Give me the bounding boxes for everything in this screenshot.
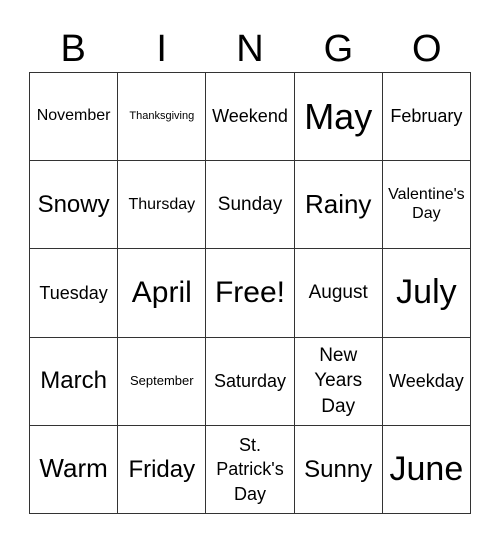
bingo-cell[interactable]: Snowy [30, 161, 119, 250]
bingo-cell[interactable]: Warm [30, 425, 119, 514]
bingo-cell[interactable]: Thursday [118, 161, 207, 250]
bingo-cell[interactable]: August [294, 249, 383, 338]
bingo-cell[interactable]: St. Patrick's Day [206, 425, 295, 514]
bingo-cell[interactable]: Sunny [294, 425, 383, 514]
bingo-cell[interactable]: February [382, 73, 471, 162]
bingo-cell[interactable]: Tuesday [30, 249, 119, 338]
bingo-cell[interactable]: Rainy [294, 161, 383, 250]
bingo-cell[interactable]: November [30, 73, 119, 162]
bingo-cell[interactable]: New Years Day [294, 337, 383, 426]
bingo-cell[interactable]: Thanksgiving [118, 73, 207, 162]
bingo-cell[interactable]: July [382, 249, 471, 338]
bingo-cell[interactable]: June [382, 425, 471, 514]
bingo-cell[interactable]: Friday [118, 425, 207, 514]
bingo-header: B I N G O [29, 26, 471, 72]
bingo-cell[interactable]: Sunday [206, 161, 295, 250]
header-letter-g: G [323, 28, 354, 70]
bingo-cell[interactable]: May [294, 73, 383, 162]
bingo-cell[interactable]: Weekend [206, 73, 295, 162]
bingo-grid: November Thanksgiving Weekend May Februa… [29, 72, 471, 514]
bingo-cell[interactable]: March [30, 337, 119, 426]
bingo-cell free-space[interactable]: Free! [206, 249, 295, 338]
bingo-cell[interactable]: April [118, 249, 207, 338]
bingo-cell[interactable]: Weekday [382, 337, 471, 426]
header-letter-i: I [156, 28, 167, 70]
bingo-cell[interactable]: September [118, 337, 207, 426]
bingo-cell[interactable]: Valentine's Day [382, 161, 471, 250]
header-letter-b: B [60, 28, 86, 70]
header-letter-o: O [412, 28, 442, 70]
header-letter-n: N [236, 28, 264, 70]
bingo-cell[interactable]: Saturday [206, 337, 295, 426]
